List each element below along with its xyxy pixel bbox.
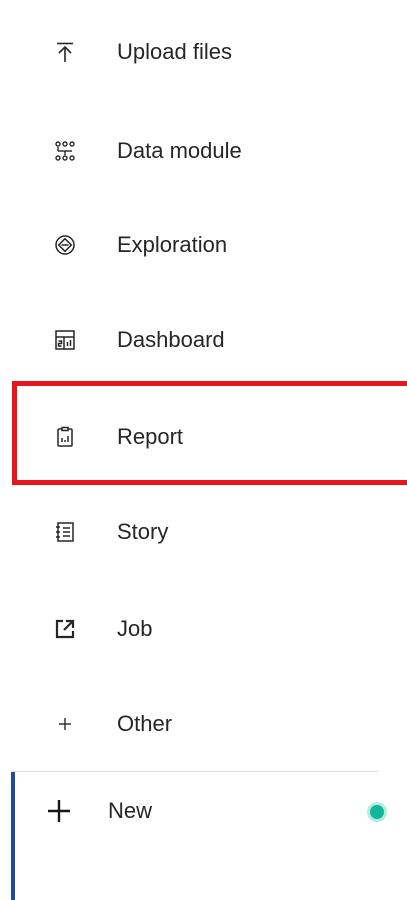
menu-item-upload-files[interactable]: Upload files — [0, 22, 380, 82]
data-module-icon — [54, 140, 76, 162]
menu-item-job[interactable]: Job — [0, 599, 380, 659]
exploration-icon — [54, 234, 76, 256]
report-highlight-box — [12, 381, 407, 485]
create-menu: Upload files Data module Exploration Das… — [0, 0, 407, 900]
status-dot — [370, 805, 384, 819]
menu-item-dashboard[interactable]: Dashboard — [0, 310, 380, 370]
menu-item-label: Job — [117, 616, 153, 641]
upload-icon — [54, 41, 76, 63]
menu-item-other[interactable]: Other — [0, 694, 380, 754]
menu-item-story[interactable]: Story — [0, 502, 380, 562]
dashboard-icon — [54, 329, 76, 351]
menu-item-label: Other — [117, 711, 173, 736]
menu-item-data-module[interactable]: Data module — [0, 121, 380, 181]
menu-item-label: Dashboard — [117, 327, 225, 352]
launch-icon — [54, 618, 76, 640]
new-button-label: New — [108, 798, 153, 823]
menu-item-label: Upload files — [117, 39, 232, 64]
active-indicator-bar — [11, 772, 15, 900]
menu-item-label: Data module — [117, 138, 242, 163]
story-icon — [54, 521, 76, 543]
plus-icon — [44, 796, 74, 826]
new-button[interactable]: New — [0, 772, 384, 900]
menu-item-exploration[interactable]: Exploration — [0, 215, 380, 275]
menu-item-label: Exploration — [117, 232, 228, 257]
menu-item-label: Story — [117, 519, 169, 544]
plus-icon — [54, 713, 76, 735]
